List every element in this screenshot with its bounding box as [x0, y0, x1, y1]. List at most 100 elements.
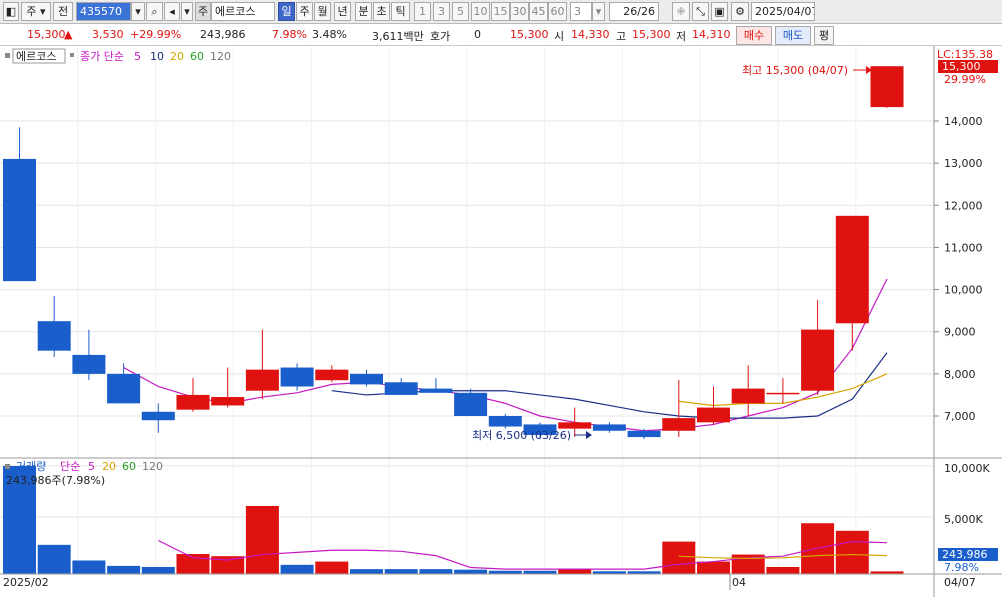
- crosshair-icon[interactable]: ⤡: [692, 2, 709, 21]
- market-select[interactable]: 주 ▾: [21, 2, 51, 21]
- buy-button[interactable]: 매수: [736, 26, 772, 45]
- date-field[interactable]: 2025/04/07: [751, 2, 815, 21]
- interval-3[interactable]: 3: [433, 2, 450, 21]
- candle-body: [72, 354, 106, 374]
- gear-icon[interactable]: ⚙: [731, 2, 749, 21]
- hoga-price: 15,300: [510, 28, 549, 41]
- legend-ma20: 20: [170, 50, 184, 63]
- interval-5[interactable]: 5: [452, 2, 469, 21]
- low-label: 저: [676, 30, 687, 43]
- sell-button[interactable]: 매도: [775, 26, 811, 45]
- candle-body: [211, 397, 245, 406]
- trade-amount: 3,611백만: [372, 30, 424, 43]
- candle-body: [280, 367, 314, 387]
- candle-body: [141, 411, 175, 421]
- period-week[interactable]: 주: [296, 2, 313, 21]
- legend-vol-ma60: 60: [122, 460, 136, 473]
- period-day[interactable]: 일: [278, 2, 295, 21]
- stock-name-field[interactable]: 에르코스: [211, 2, 275, 21]
- x-label-last: 04/07: [944, 576, 976, 589]
- volume-bar: [419, 569, 453, 574]
- legend-ma5: 5: [134, 50, 141, 63]
- change-rate: +29.99%: [130, 28, 182, 41]
- speaker-dropdown-icon[interactable]: ▾: [181, 2, 193, 21]
- layout-icon[interactable]: ◧: [3, 2, 19, 21]
- volume-bar: [766, 566, 800, 574]
- candle-body: [454, 392, 488, 416]
- volume-bar: [384, 569, 418, 574]
- volume-bar: [454, 569, 488, 574]
- interval-60[interactable]: 60: [548, 2, 567, 21]
- legend-volume-name: 거래량: [16, 460, 46, 473]
- legend-vol-ma120: 120: [142, 460, 163, 473]
- period-year[interactable]: 년: [334, 2, 351, 21]
- chart-toolbar: ◧ 주 ▾ 전 435570 ▾ ⌕ ◂ ▾ 주 에르코스 일 주 월 년 분 …: [0, 0, 1002, 24]
- volume-bar: [280, 564, 314, 574]
- period-minute[interactable]: 분: [355, 2, 372, 21]
- period-second[interactable]: 초: [373, 2, 390, 21]
- interval-15[interactable]: 15: [491, 2, 510, 21]
- candle-body: [766, 392, 800, 395]
- top-percent: 29.99%: [944, 73, 986, 86]
- search-icon[interactable]: ⌕: [146, 2, 163, 21]
- volume-ratio: 7.98%: [272, 28, 307, 41]
- volume-bar: [662, 541, 696, 574]
- high-annotation: 최고 15,300 (04/07): [742, 64, 848, 77]
- volume-bar: [315, 561, 349, 574]
- candle-body: [697, 407, 730, 423]
- high-price: 15,300: [632, 28, 671, 41]
- vol-tick-5000k: 5,000K: [944, 513, 983, 526]
- y-tick-label: 11,000: [944, 241, 983, 254]
- code-dropdown-icon[interactable]: ▾: [131, 2, 145, 21]
- page-counter: 26/26: [609, 2, 659, 21]
- pane-icon[interactable]: [5, 53, 10, 58]
- hoga-value: 0: [474, 28, 481, 41]
- y-tick-label: 9,000: [944, 326, 976, 339]
- interval-1[interactable]: 1: [414, 2, 431, 21]
- interval-input[interactable]: 3: [570, 2, 592, 21]
- volume-bar: [37, 544, 71, 574]
- x-label-month: 04: [732, 576, 746, 589]
- quote-bar: 15,300 ▲ 3,530 +29.99% 243,986 7.98% 3.4…: [0, 24, 1002, 46]
- y-tick-label: 7,000: [944, 410, 976, 423]
- period-month[interactable]: 월: [314, 2, 331, 21]
- candle-body: [870, 66, 904, 108]
- legend-volume-series: 단순: [60, 460, 80, 473]
- legend-ma120: 120: [210, 50, 231, 63]
- candle-body: [37, 321, 71, 351]
- change-value: 3,530: [92, 28, 124, 41]
- volume-bar: [350, 569, 383, 574]
- candle-body: [592, 424, 626, 431]
- stock-type-badge: 주: [195, 2, 211, 21]
- price-chart: 에르코스 종가 단순 5 10 20 60 120 거래량 단순 5 20 60…: [0, 46, 1002, 597]
- open-label: 시: [554, 30, 565, 43]
- code-input[interactable]: 435570: [76, 2, 131, 21]
- speaker-icon[interactable]: ◂: [164, 2, 180, 21]
- legend-stock-name: 에르코스: [16, 50, 56, 63]
- candle-body: [558, 422, 592, 429]
- y-tick-label: 12,000: [944, 199, 983, 212]
- interval-30[interactable]: 30: [510, 2, 529, 21]
- volume-pane-icon[interactable]: [5, 464, 10, 469]
- legend-ma60: 60: [190, 50, 204, 63]
- candle-body: [488, 416, 522, 427]
- save-icon[interactable]: ▣: [711, 2, 728, 21]
- y-tick-label: 8,000: [944, 368, 976, 381]
- candle-body: [835, 215, 869, 324]
- zoom-icon[interactable]: ⁜: [672, 2, 690, 21]
- candle-body: [731, 388, 765, 404]
- interval-10[interactable]: 10: [471, 2, 490, 21]
- volume-bar: [697, 561, 730, 574]
- high-label: 고: [616, 30, 627, 43]
- avg-button[interactable]: 평: [814, 26, 834, 45]
- y-tick-label: 14,000: [944, 115, 983, 128]
- period-tick[interactable]: 틱: [391, 2, 410, 21]
- prev-button[interactable]: 전: [53, 2, 73, 21]
- legend-bullet-icon: [70, 53, 74, 57]
- interval-45[interactable]: 45: [529, 2, 548, 21]
- candle-body: [315, 369, 349, 381]
- y-tick-label: 13,000: [944, 157, 983, 170]
- volume-bar: [835, 530, 869, 574]
- candle-body: [350, 373, 383, 385]
- interval-dropdown-icon[interactable]: ▾: [592, 2, 605, 21]
